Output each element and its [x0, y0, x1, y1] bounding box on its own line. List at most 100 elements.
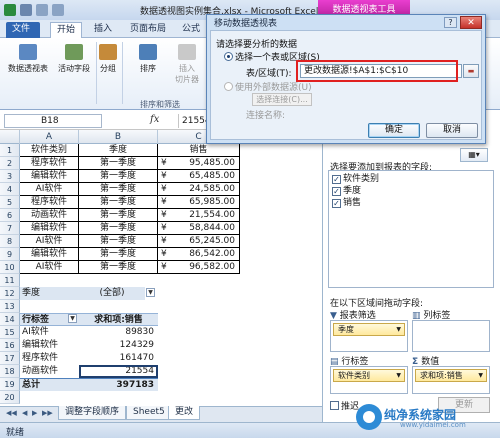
row-header[interactable]: 1: [0, 144, 20, 157]
ok-button[interactable]: 确定: [368, 123, 420, 138]
row-header[interactable]: 3: [0, 170, 20, 183]
row-header[interactable]: 9: [0, 248, 20, 261]
save-icon[interactable]: [20, 4, 32, 16]
collapse-dialog-icon[interactable]: ▬: [463, 64, 479, 78]
row-header[interactable]: 14: [0, 313, 20, 326]
tab-insert[interactable]: 插入: [88, 22, 118, 38]
chevron-down-icon[interactable]: ▼: [396, 324, 401, 335]
row-header[interactable]: 16: [0, 339, 20, 352]
chevron-down-icon[interactable]: ▼: [396, 370, 401, 381]
row-header[interactable]: 2: [0, 157, 20, 170]
table-cell[interactable]: ¥65,245.00: [158, 235, 240, 248]
chevron-down-icon[interactable]: ▼: [478, 370, 483, 381]
row-header[interactable]: 5: [0, 196, 20, 209]
radio-selected-icon[interactable]: [224, 52, 233, 61]
row-label-dropdown-icon[interactable]: ▼: [68, 314, 77, 323]
pivot-filter-value[interactable]: (全部): [79, 287, 145, 300]
table-cell[interactable]: 动画软件: [20, 209, 79, 222]
pivot-total-value[interactable]: 397183: [79, 378, 158, 391]
pivot-row-label[interactable]: 程序软件: [20, 352, 79, 365]
pivot-table-button[interactable]: 数据透视表: [4, 44, 52, 74]
table-header-cell[interactable]: 销售: [158, 144, 240, 157]
undo-icon[interactable]: [36, 4, 48, 16]
group-button[interactable]: 分组: [98, 44, 118, 74]
row-header[interactable]: 13: [0, 300, 20, 313]
tab-formulas[interactable]: 公式: [176, 22, 206, 38]
table-cell[interactable]: ¥58,844.00: [158, 222, 240, 235]
row-header[interactable]: 4: [0, 183, 20, 196]
table-cell[interactable]: ¥21,554.00: [158, 209, 240, 222]
table-cell[interactable]: AI软件: [20, 235, 79, 248]
table-cell[interactable]: 程序软件: [20, 157, 79, 170]
pivot-row-value[interactable]: 161470: [79, 352, 158, 365]
table-cell[interactable]: ¥24,585.00: [158, 183, 240, 196]
row-header[interactable]: 20: [0, 391, 20, 404]
table-cell[interactable]: AI软件: [20, 183, 79, 196]
value-field-chip[interactable]: 求和项:销售 ▼: [415, 369, 487, 382]
worksheet-grid[interactable]: A B C 1 2 3 4 5 6 7 8 9 10 11 12 13 14 1…: [0, 130, 322, 406]
field-item-software-category[interactable]: ✓ 软件类别: [332, 173, 379, 185]
field-item-quarter[interactable]: ✓ 季度: [332, 185, 361, 197]
table-cell[interactable]: 第一季度: [79, 248, 158, 261]
row-header[interactable]: 17: [0, 352, 20, 365]
table-cell[interactable]: 第一季度: [79, 235, 158, 248]
cancel-button[interactable]: 取消: [426, 123, 478, 138]
row-header[interactable]: 12: [0, 287, 20, 300]
table-cell[interactable]: 第一季度: [79, 196, 158, 209]
table-cell[interactable]: ¥95,485.00: [158, 157, 240, 170]
table-header-cell[interactable]: 软件类别: [20, 144, 79, 157]
checkbox-checked-icon[interactable]: ✓: [332, 199, 341, 208]
next-sheet-icon[interactable]: ▶: [32, 409, 37, 417]
table-cell[interactable]: ¥96,582.00: [158, 261, 240, 274]
field-list-layout-button[interactable]: ▦▾: [460, 148, 488, 162]
pivot-value-header[interactable]: 求和项:销售: [79, 313, 158, 326]
column-header-a[interactable]: A: [20, 130, 79, 144]
prev-sheet-icon[interactable]: ◀: [22, 409, 27, 417]
sheet-tab-active[interactable]: 更改: [168, 406, 201, 420]
row-header[interactable]: 7: [0, 222, 20, 235]
row-header[interactable]: 8: [0, 235, 20, 248]
radio-unselected-icon[interactable]: [224, 82, 233, 91]
field-item-sales[interactable]: ✓ 销售: [332, 197, 361, 209]
help-icon[interactable]: ?: [444, 17, 457, 28]
table-header-cell[interactable]: 季度: [79, 144, 158, 157]
select-all-corner[interactable]: [0, 130, 20, 144]
row-header[interactable]: 6: [0, 209, 20, 222]
sheet-tab[interactable]: Sheet5: [126, 406, 172, 420]
redo-icon[interactable]: [52, 4, 64, 16]
first-sheet-icon[interactable]: ◀◀: [6, 409, 17, 417]
row-header[interactable]: 19: [0, 378, 20, 391]
pivot-row-value-selected[interactable]: 21554: [79, 365, 158, 378]
table-cell[interactable]: 第一季度: [79, 183, 158, 196]
row-header[interactable]: 11: [0, 274, 20, 287]
choose-connection-button[interactable]: 选择连接(C)...: [252, 93, 312, 106]
option-external-source-radio[interactable]: 使用外部数据源(U): [224, 80, 312, 93]
sheet-tab[interactable]: 调整字段顺序: [58, 406, 127, 420]
table-cell[interactable]: 程序软件: [20, 196, 79, 209]
column-labels-area[interactable]: [412, 320, 490, 352]
insert-slicer-button[interactable]: 插入 切片器: [172, 44, 202, 85]
table-cell[interactable]: ¥65,485.00: [158, 170, 240, 183]
table-cell[interactable]: ¥86,542.00: [158, 248, 240, 261]
active-field-button[interactable]: 活动字段: [54, 44, 94, 74]
row-field-chip[interactable]: 软件类别 ▼: [333, 369, 405, 382]
row-header[interactable]: 18: [0, 365, 20, 378]
pivot-row-label[interactable]: 动画软件: [20, 365, 79, 378]
pivot-row-label[interactable]: AI软件: [20, 326, 79, 339]
row-header[interactable]: 10: [0, 261, 20, 274]
tab-page-layout[interactable]: 页面布局: [124, 22, 172, 38]
fx-icon[interactable]: fx: [150, 114, 159, 125]
filter-dropdown-icon[interactable]: ▼: [146, 288, 155, 297]
last-sheet-icon[interactable]: ▶▶: [42, 409, 53, 417]
defer-update-option[interactable]: 推迟: [330, 399, 359, 412]
checkbox-checked-icon[interactable]: ✓: [332, 187, 341, 196]
table-cell[interactable]: 第一季度: [79, 222, 158, 235]
pivot-filter-field[interactable]: 季度: [20, 287, 79, 300]
table-cell[interactable]: 第一季度: [79, 157, 158, 170]
tab-home[interactable]: 开始: [50, 22, 83, 38]
checkbox-unchecked-icon[interactable]: [330, 401, 339, 410]
pivot-total-label[interactable]: 总计: [20, 378, 79, 391]
pivot-row-value[interactable]: 89830: [79, 326, 158, 339]
table-cell[interactable]: 编辑软件: [20, 170, 79, 183]
table-cell[interactable]: 第一季度: [79, 209, 158, 222]
